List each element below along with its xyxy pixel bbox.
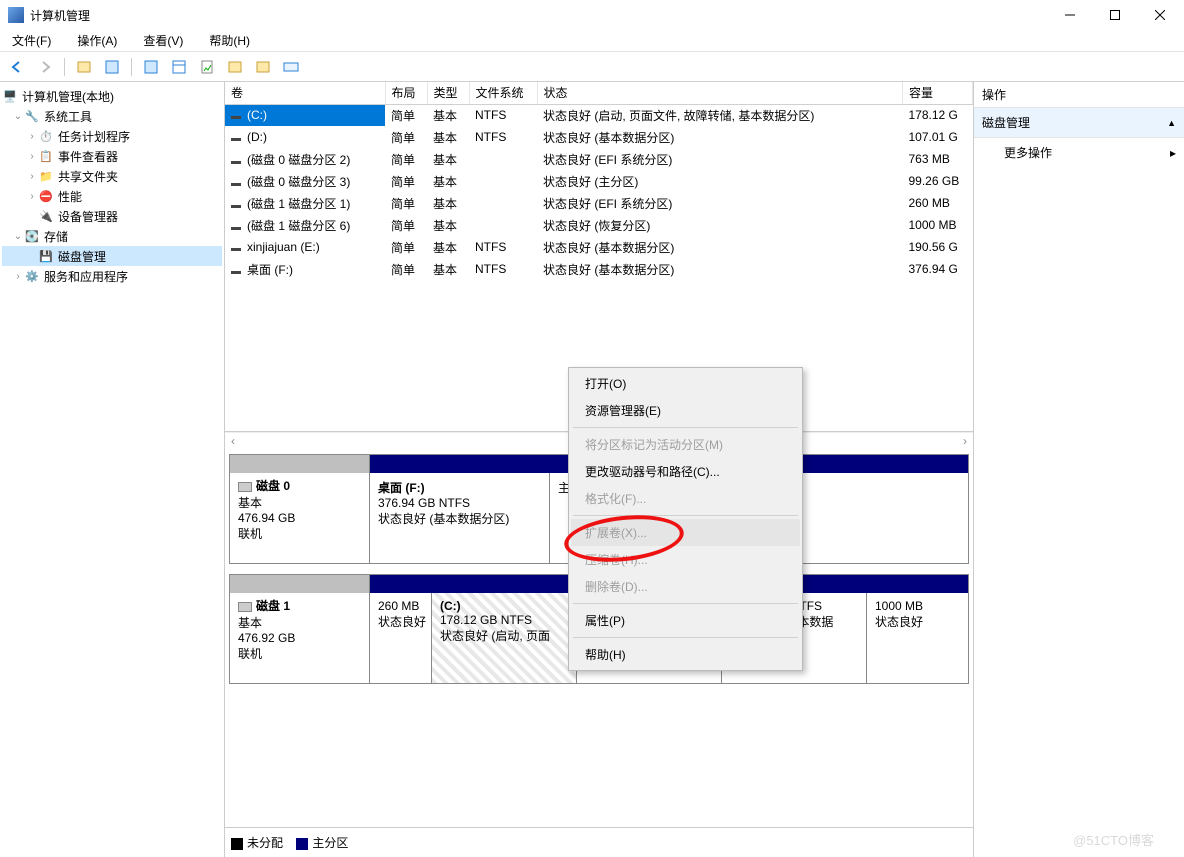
volume-row[interactable]: (磁盘 1 磁盘分区 1)简单基本状态良好 (EFI 系统分区)260 MB [225, 192, 973, 214]
col-status[interactable]: 状态 [537, 82, 903, 104]
partition[interactable]: 260 MB状态良好 [370, 593, 432, 683]
tree-device-manager[interactable]: 🔌设备管理器 [2, 206, 222, 226]
legend: 未分配 主分区 [225, 827, 973, 857]
toolbar-icon[interactable] [196, 56, 218, 78]
title-bar: 计算机管理 [0, 0, 1184, 30]
menu-format: 格式化(F)... [571, 485, 800, 512]
volume-row[interactable]: 桌面 (F:)简单基本NTFS状态良好 (基本数据分区)376.94 G [225, 258, 973, 280]
menu-open[interactable]: 打开(O) [571, 370, 800, 397]
app-icon [8, 7, 24, 23]
volume-row[interactable]: (磁盘 0 磁盘分区 2)简单基本状态良好 (EFI 系统分区)763 MB [225, 148, 973, 170]
toolbar-icon[interactable] [280, 56, 302, 78]
col-layout[interactable]: 布局 [385, 82, 427, 104]
volume-row[interactable]: (D:)简单基本NTFS状态良好 (基本数据分区)107.01 G [225, 126, 973, 148]
menu-file[interactable]: 文件(F) [6, 30, 57, 51]
menu-view[interactable]: 查看(V) [137, 30, 189, 51]
maximize-button[interactable] [1092, 0, 1137, 30]
window-title: 计算机管理 [30, 7, 1047, 24]
tree-event-viewer[interactable]: ›📋事件查看器 [2, 146, 222, 166]
volume-row[interactable]: (磁盘 1 磁盘分区 6)简单基本状态良好 (恢复分区)1000 MB [225, 214, 973, 236]
actions-pane: 操作 磁盘管理▲ 更多操作▸ [974, 82, 1184, 857]
tree-task-scheduler[interactable]: ›⏱️任务计划程序 [2, 126, 222, 146]
tree-disk-management[interactable]: 💾磁盘管理 [2, 246, 222, 266]
menu-bar: 文件(F) 操作(A) 查看(V) 帮助(H) [0, 30, 1184, 52]
partition[interactable]: 1000 MB状态良好 [867, 593, 957, 683]
close-button[interactable] [1137, 0, 1182, 30]
actions-more[interactable]: 更多操作▸ [974, 138, 1184, 167]
menu-mark-active: 将分区标记为活动分区(M) [571, 431, 800, 458]
menu-change-drive-path[interactable]: 更改驱动器号和路径(C)... [571, 458, 800, 485]
col-volume[interactable]: 卷 [225, 82, 385, 104]
col-capacity[interactable]: 容量 [903, 82, 973, 104]
menu-action[interactable]: 操作(A) [71, 30, 123, 51]
minimize-button[interactable] [1047, 0, 1092, 30]
tree-system-tools[interactable]: ⌄🔧系统工具 [2, 106, 222, 126]
volume-row[interactable]: xinjiajuan (E:)简单基本NTFS状态良好 (基本数据分区)190.… [225, 236, 973, 258]
menu-help[interactable]: 帮助(H) [203, 30, 256, 51]
col-fs[interactable]: 文件系统 [469, 82, 537, 104]
context-menu: 打开(O) 资源管理器(E) 将分区标记为活动分区(M) 更改驱动器号和路径(C… [568, 367, 803, 671]
toolbar-icon[interactable] [140, 56, 162, 78]
menu-delete-volume: 删除卷(D)... [571, 573, 800, 600]
actions-header: 操作 [974, 82, 1184, 108]
toolbar-icon[interactable] [101, 56, 123, 78]
tree-storage[interactable]: ⌄💽存储 [2, 226, 222, 246]
tree-root[interactable]: 🖥️计算机管理(本地) [2, 86, 222, 106]
watermark: @51CTO博客 [1073, 830, 1154, 849]
toolbar-icon[interactable] [252, 56, 274, 78]
volume-row[interactable]: (C:)简单基本NTFS状态良好 (启动, 页面文件, 故障转储, 基本数据分区… [225, 104, 973, 126]
toolbar-icon[interactable] [73, 56, 95, 78]
menu-help[interactable]: 帮助(H) [571, 641, 800, 668]
tree-shared-folders[interactable]: ›📁共享文件夹 [2, 166, 222, 186]
toolbar-icon[interactable] [168, 56, 190, 78]
menu-explorer[interactable]: 资源管理器(E) [571, 397, 800, 424]
tree-services-apps[interactable]: ›⚙️服务和应用程序 [2, 266, 222, 286]
partition[interactable]: (C:)178.12 GB NTFS状态良好 (启动, 页面 [432, 593, 577, 683]
menu-extend-volume: 扩展卷(X)... [571, 519, 800, 546]
volume-row[interactable]: (磁盘 0 磁盘分区 3)简单基本状态良好 (主分区)99.26 GB [225, 170, 973, 192]
toolbar [0, 52, 1184, 82]
tree-performance[interactable]: ›⛔性能 [2, 186, 222, 206]
toolbar-icon[interactable] [224, 56, 246, 78]
menu-shrink-volume: 压缩卷(H)... [571, 546, 800, 573]
forward-button[interactable] [34, 56, 56, 78]
back-button[interactable] [6, 56, 28, 78]
col-type[interactable]: 类型 [427, 82, 469, 104]
actions-disk-management[interactable]: 磁盘管理▲ [974, 108, 1184, 138]
partition[interactable]: 桌面 (F:)376.94 GB NTFS状态良好 (基本数据分区) [370, 473, 550, 563]
menu-properties[interactable]: 属性(P) [571, 607, 800, 634]
navigation-tree[interactable]: 🖥️计算机管理(本地) ⌄🔧系统工具 ›⏱️任务计划程序 ›📋事件查看器 ›📁共… [0, 82, 225, 857]
